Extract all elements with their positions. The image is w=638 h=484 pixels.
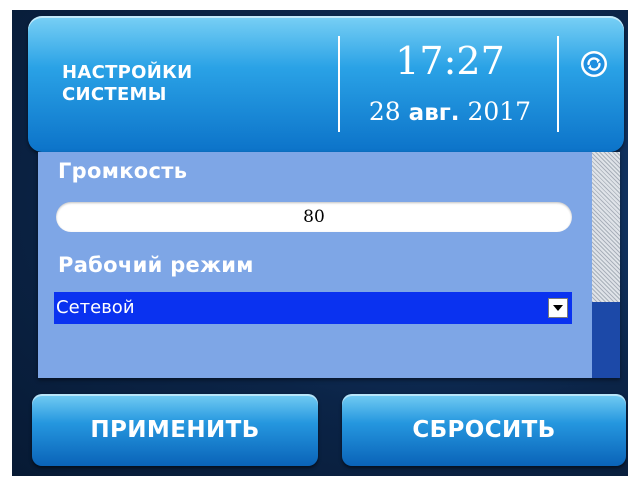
date-month: авг. [408, 100, 460, 126]
date-day: 28 [368, 97, 401, 126]
apply-button[interactable]: ПРИМЕНИТЬ [32, 394, 318, 466]
header-divider-right [557, 36, 559, 132]
scrollbar[interactable] [592, 152, 620, 378]
mode-label: Рабочий режим [58, 253, 254, 277]
reset-button[interactable]: СБРОСИТЬ [342, 394, 626, 466]
clock-time: 17:27 [395, 39, 505, 83]
scrollbar-thumb[interactable] [592, 152, 620, 302]
page-title-line1: НАСТРОЙКИ [62, 62, 193, 83]
clock-date: 28 авг. 2017 [344, 96, 556, 129]
volume-label: Громкость [58, 159, 188, 183]
page-title: НАСТРОЙКИ СИСТЕМЫ [62, 62, 312, 106]
header-bar: НАСТРОЙКИ СИСТЕМЫ 17:27 28 авг. 2017 [28, 16, 624, 152]
device-screen: НАСТРОЙКИ СИСТЕМЫ 17:27 28 авг. 2017 Гро… [12, 10, 628, 476]
settings-panel: Громкость 80 Рабочий режим Сетевой [38, 152, 620, 378]
volume-input[interactable]: 80 [56, 202, 572, 232]
date-year: 2017 [467, 97, 532, 126]
sync-icon[interactable] [580, 50, 608, 78]
mode-select-value: Сетевой [56, 297, 135, 318]
mode-select[interactable]: Сетевой [54, 292, 572, 324]
page-title-line2: СИСТЕМЫ [62, 84, 167, 105]
chevron-down-icon[interactable] [548, 298, 568, 318]
header-divider-left [338, 36, 340, 132]
